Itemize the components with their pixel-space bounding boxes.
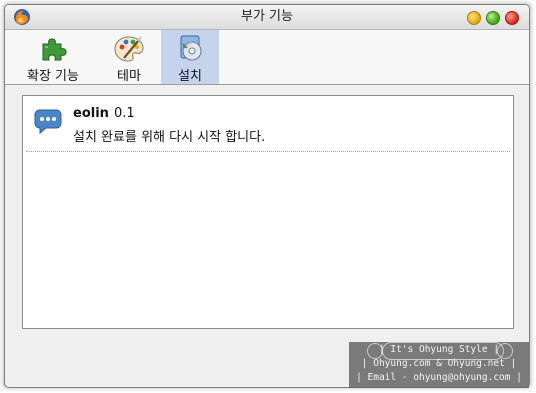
add-ons-toolbar: 확장 기능 테마 설치 [5, 30, 529, 85]
addon-name: eolin [73, 106, 109, 121]
addon-version: 0.1 [114, 106, 135, 121]
tab-extensions[interactable]: 확장 기능 [15, 30, 91, 84]
close-icon[interactable] [505, 11, 519, 25]
install-list: eolin 0.1 설치 완료를 위해 다시 시작 합니다. [22, 95, 514, 329]
window-title: 부가 기능 [241, 9, 293, 24]
list-item[interactable]: eolin 0.1 설치 완료를 위해 다시 시작 합니다. [23, 96, 513, 152]
add-ons-window: 부가 기능 확장 기능 테마 설치 eolin 0.1 설치 완료를 위해 다시… [4, 4, 530, 388]
tab-themes[interactable]: 테마 [97, 30, 161, 84]
watermark-line-2: | Ohyung.com & Ohyung.net | [361, 358, 517, 369]
tab-themes-label: 테마 [117, 69, 141, 84]
tab-install[interactable]: 설치 [161, 30, 219, 84]
puzzle-piece-icon [42, 38, 67, 61]
tab-install-label: 설치 [178, 69, 202, 84]
install-disc-icon [180, 35, 202, 61]
watermark: | It's Ohyung Style | | Ohyung.com & Ohy… [349, 342, 529, 388]
watermark-line-1: | It's Ohyung Style | [378, 344, 500, 355]
tab-extensions-label: 확장 기능 [27, 69, 79, 84]
palette-icon [114, 36, 144, 62]
item-divider [26, 151, 510, 152]
watermark-line-3: | Email - ohyung@ohyung.com | [356, 372, 522, 383]
restart-message: 설치 완료를 위해 다시 시작 합니다. [73, 130, 266, 145]
minimize-icon[interactable] [467, 11, 481, 25]
chat-bubble-icon [34, 109, 62, 134]
maximize-icon[interactable] [486, 11, 500, 25]
title-bar[interactable]: 부가 기능 [5, 5, 529, 30]
